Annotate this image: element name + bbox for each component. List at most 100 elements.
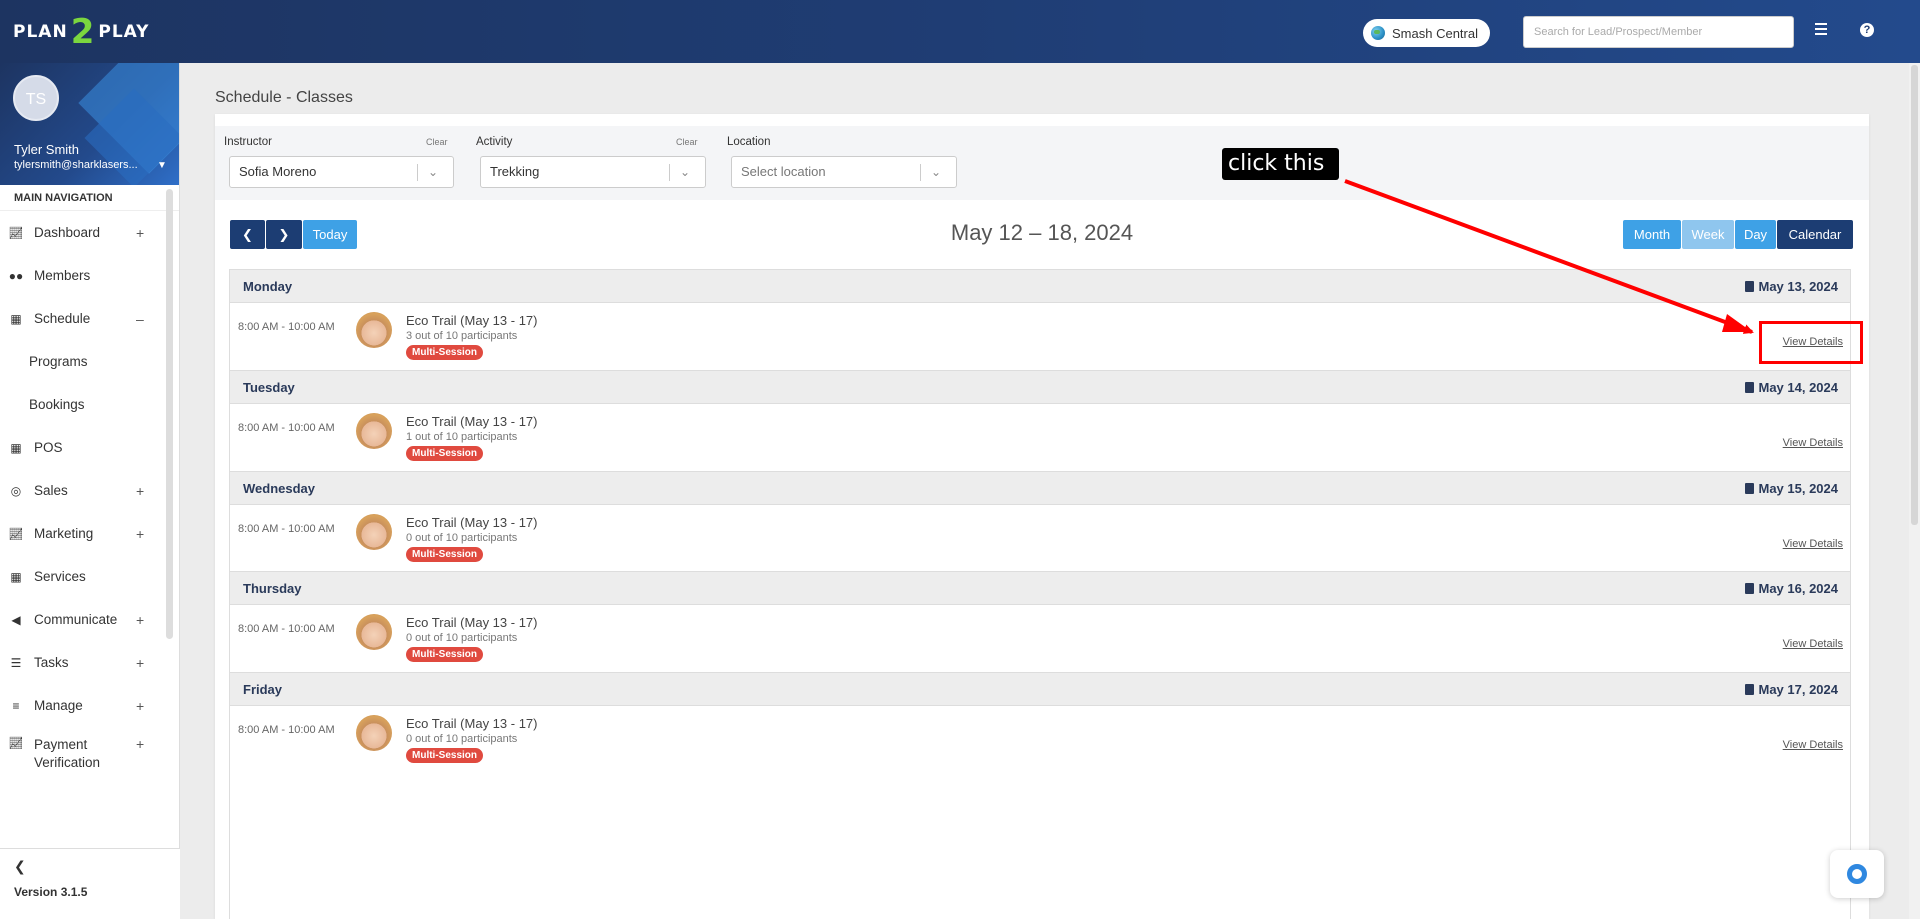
trash-icon[interactable] bbox=[1745, 583, 1755, 594]
sidebar-item-tasks[interactable]: ☰ Tasks + bbox=[0, 641, 179, 684]
expand-icon[interactable]: + bbox=[136, 736, 144, 752]
grid-icon: ▦ bbox=[10, 440, 22, 455]
instructor-label: Instructor bbox=[224, 136, 272, 148]
event-title[interactable]: Eco Trail (May 13 - 17) bbox=[406, 515, 538, 530]
avatar[interactable]: TS bbox=[13, 75, 59, 121]
day-name: Friday bbox=[243, 682, 283, 697]
location-filter: Location bbox=[727, 136, 770, 148]
sidebar-item-services[interactable]: ▦ Services bbox=[0, 555, 179, 598]
location-select[interactable]: Select location ⌄ bbox=[731, 156, 957, 188]
lifebuoy-icon bbox=[1847, 864, 1867, 884]
day-view-button[interactable]: Day bbox=[1735, 220, 1776, 249]
nav-heading: MAIN NAVIGATION bbox=[0, 185, 179, 211]
day-header-monday: Monday May 13, 2024 bbox=[229, 269, 1851, 303]
instructor-avatar bbox=[356, 715, 392, 751]
chevron-down-icon: ⌄ bbox=[428, 165, 439, 179]
megaphone-icon: ◀ bbox=[11, 612, 21, 627]
instructor-select[interactable]: Sofia Moreno ⌄ bbox=[229, 156, 454, 188]
event-time: 8:00 AM - 10:00 AM bbox=[238, 523, 335, 535]
collapse-icon[interactable]: – bbox=[136, 311, 144, 327]
logo-text-2: 2 bbox=[70, 12, 96, 52]
users-icon: ●● bbox=[8, 268, 24, 283]
help-icon[interactable]: ? bbox=[1860, 23, 1874, 37]
activity-select[interactable]: Trekking ⌄ bbox=[480, 156, 706, 188]
view-details-link[interactable]: View Details bbox=[1783, 437, 1843, 449]
month-view-button[interactable]: Month bbox=[1623, 220, 1681, 249]
event-time: 8:00 AM - 10:00 AM bbox=[238, 422, 335, 434]
multi-session-badge: Multi-Session bbox=[406, 748, 484, 763]
sidebar-item-manage[interactable]: ≡ Manage + bbox=[0, 684, 179, 727]
week-view-button[interactable]: Week bbox=[1682, 220, 1734, 249]
sidebar-item-label: Tasks bbox=[34, 655, 69, 670]
chevron-left-icon[interactable]: ❮ bbox=[14, 858, 26, 875]
page-scrollbar[interactable] bbox=[1909, 63, 1920, 919]
menu-icon[interactable] bbox=[1815, 23, 1831, 37]
chevron-down-icon[interactable]: ▼ bbox=[157, 160, 167, 171]
expand-icon[interactable]: + bbox=[136, 612, 144, 628]
sidebar-item-pos[interactable]: ▦ POS bbox=[0, 426, 179, 469]
trash-icon[interactable] bbox=[1745, 382, 1755, 393]
instructor-clear-link[interactable]: Clear bbox=[426, 137, 448, 147]
instructor-value: Sofia Moreno bbox=[239, 164, 317, 179]
sidebar-item-label: Payment Verification bbox=[34, 737, 101, 770]
plan2play-logo[interactable]: PLAN 2 PLAY bbox=[13, 14, 150, 50]
search-input[interactable] bbox=[1523, 16, 1794, 48]
view-details-link[interactable]: View Details bbox=[1783, 739, 1843, 751]
instructor-avatar bbox=[356, 514, 392, 550]
event-title[interactable]: Eco Trail (May 13 - 17) bbox=[406, 615, 538, 630]
trash-icon[interactable] bbox=[1745, 281, 1755, 292]
trash-icon[interactable] bbox=[1745, 684, 1755, 695]
sidebar-item-members[interactable]: ●● Members bbox=[0, 254, 179, 297]
schedule-panel: Instructor Clear Sofia Moreno ⌄ Activity… bbox=[215, 114, 1869, 919]
sidebar-item-label: Members bbox=[34, 268, 91, 283]
sidebar-item-sales[interactable]: ◎ Sales + bbox=[0, 469, 179, 512]
event-row: 8:00 AM - 10:00 AM Eco Trail (May 13 - 1… bbox=[229, 303, 1851, 370]
day-date: May 15, 2024 bbox=[1745, 481, 1838, 496]
sidebar-scrollbar[interactable] bbox=[166, 189, 173, 639]
instructor-avatar bbox=[356, 312, 392, 348]
event-title[interactable]: Eco Trail (May 13 - 17) bbox=[406, 414, 538, 429]
event-title[interactable]: Eco Trail (May 13 - 17) bbox=[406, 716, 538, 731]
sidebar-item-label: Programs bbox=[29, 354, 88, 369]
sidebar-item-communicate[interactable]: ◀ Communicate + bbox=[0, 598, 179, 641]
user-email: tylersmith@sharklasers... bbox=[14, 159, 138, 171]
chart-icon: 📈︎ bbox=[8, 526, 24, 541]
sidebar-item-payment-verification[interactable]: 📈︎ Payment Verification + bbox=[0, 727, 179, 781]
instructor-avatar bbox=[356, 614, 392, 650]
view-details-link[interactable]: View Details bbox=[1783, 638, 1843, 650]
sidebar-item-schedule[interactable]: ▦ Schedule – bbox=[0, 297, 179, 340]
organization-name: Smash Central bbox=[1392, 25, 1478, 41]
trash-icon[interactable] bbox=[1745, 483, 1755, 494]
filter-bar: Instructor Clear Sofia Moreno ⌄ Activity… bbox=[215, 126, 1869, 200]
expand-icon[interactable]: + bbox=[136, 483, 144, 499]
sidebar-item-label: Marketing bbox=[34, 526, 94, 541]
expand-icon[interactable]: + bbox=[136, 225, 144, 241]
event-title[interactable]: Eco Trail (May 13 - 17) bbox=[406, 313, 538, 328]
support-button[interactable] bbox=[1830, 850, 1884, 898]
location-placeholder: Select location bbox=[741, 164, 826, 179]
event-participants: 0 out of 10 participants bbox=[406, 632, 518, 644]
expand-icon[interactable]: + bbox=[136, 698, 144, 714]
sidebar-item-programs[interactable]: Programs bbox=[0, 340, 179, 383]
day-name: Wednesday bbox=[243, 481, 316, 496]
organization-selector[interactable]: Smash Central bbox=[1363, 19, 1490, 47]
page-title: Schedule - Classes bbox=[215, 89, 353, 106]
annotation-callout: click this bbox=[1222, 148, 1340, 180]
user-name: Tyler Smith bbox=[14, 142, 80, 157]
expand-icon[interactable]: + bbox=[136, 655, 144, 671]
event-row: 8:00 AM - 10:00 AM Eco Trail (May 13 - 1… bbox=[229, 706, 1851, 773]
sidebar-item-label: Schedule bbox=[34, 311, 91, 326]
calendar-view-button[interactable]: Calendar bbox=[1777, 220, 1853, 249]
sidebar-item-bookings[interactable]: Bookings bbox=[0, 383, 179, 426]
sidebar-item-dashboard[interactable]: 📈︎ Dashboard + bbox=[0, 211, 179, 254]
activity-value: Trekking bbox=[490, 164, 540, 179]
day-name: Tuesday bbox=[243, 380, 295, 395]
expand-icon[interactable]: + bbox=[136, 526, 144, 542]
view-details-link[interactable]: View Details bbox=[1783, 538, 1843, 550]
multi-session-badge: Multi-Session bbox=[406, 647, 484, 662]
chart-icon: 📈︎ bbox=[8, 736, 24, 750]
activity-clear-link[interactable]: Clear bbox=[676, 137, 698, 147]
sidebar-item-label: Manage bbox=[34, 698, 83, 713]
sidebar-footer: ❮ Version 3.1.5 bbox=[0, 848, 180, 919]
sidebar-item-marketing[interactable]: 📈︎ Marketing + bbox=[0, 512, 179, 555]
